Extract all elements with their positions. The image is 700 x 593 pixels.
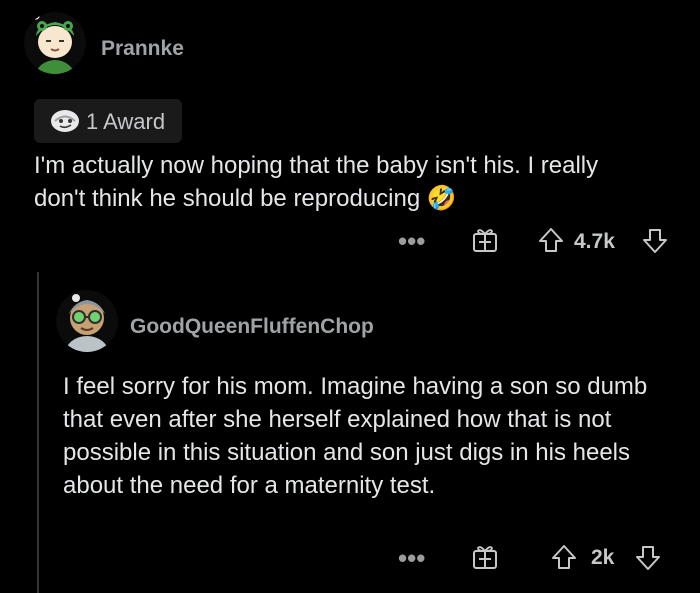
gift-award-icon[interactable] bbox=[471, 543, 499, 576]
thread-line[interactable] bbox=[37, 272, 39, 593]
comment-body: I feel sorry for his mom. Imagine having… bbox=[63, 373, 648, 499]
username[interactable]: GoodQueenFluffenChop bbox=[130, 315, 374, 339]
upvote-arrow-icon[interactable] bbox=[550, 543, 578, 576]
more-dots-icon[interactable]: ••• bbox=[398, 543, 425, 574]
gift-award-icon[interactable] bbox=[471, 226, 499, 259]
upvote-arrow-icon[interactable] bbox=[537, 226, 565, 259]
more-dots-icon[interactable]: ••• bbox=[398, 226, 425, 257]
vote-count: 4.7k bbox=[574, 230, 615, 253]
downvote-arrow-icon[interactable] bbox=[641, 227, 669, 260]
downvote-arrow-icon[interactable] bbox=[634, 544, 662, 577]
award-icon bbox=[49, 108, 81, 139]
vote-count: 2k bbox=[591, 546, 615, 569]
user-avatar[interactable] bbox=[56, 290, 118, 352]
user-avatar[interactable] bbox=[24, 12, 86, 74]
award-label: 1 Award bbox=[86, 109, 166, 134]
comment-body: I'm actually now hoping that the baby is… bbox=[34, 152, 599, 212]
username[interactable]: Prannke bbox=[101, 37, 184, 61]
